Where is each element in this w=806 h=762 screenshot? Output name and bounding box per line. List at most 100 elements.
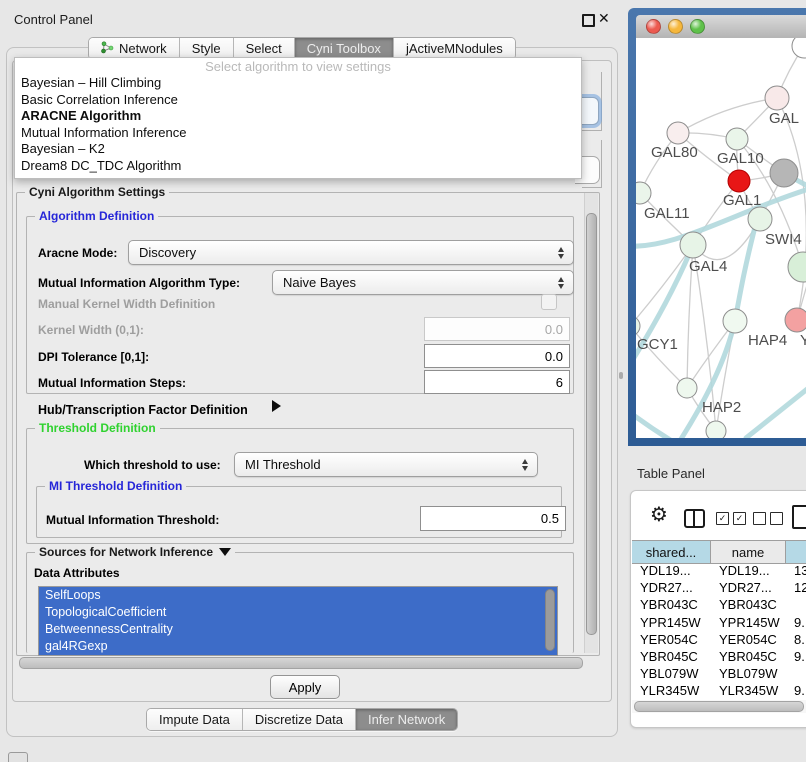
manual-kernel-checkbox[interactable] — [541, 294, 557, 310]
float-window-icon[interactable] — [582, 14, 595, 27]
select-all-icon[interactable]: ✓ ✓ — [716, 512, 746, 525]
network-node-hap2[interactable] — [677, 378, 697, 398]
network-node[interactable] — [706, 421, 726, 438]
table-cell: YBL079W — [711, 665, 786, 682]
network-node-gal80[interactable] — [667, 122, 689, 144]
close-panel-icon[interactable]: ✕ — [598, 10, 610, 27]
sources-collapse-arrow-icon[interactable] — [219, 548, 231, 556]
deselect-all-icon[interactable] — [753, 512, 783, 525]
network-node-swi4[interactable] — [748, 207, 772, 231]
mi-type-combo[interactable]: Naive Bayes — [272, 270, 574, 295]
node-label-gal4: GAL4 — [689, 258, 727, 275]
table-row[interactable]: YDR27...YDR27...12 — [632, 579, 806, 596]
settings-hscrollbar-thumb[interactable] — [19, 657, 583, 669]
settings-hscrollbar-track[interactable] — [18, 657, 596, 669]
table-cell: YBR045C — [632, 648, 711, 665]
network-node-gal1[interactable] — [728, 170, 750, 192]
tab-label: Infer Network — [368, 712, 445, 727]
network-canvas[interactable]: GALGAL80GAL10GAL1GAL11SWI4GAL4GCY1HAP4YH… — [636, 38, 806, 438]
attribute-item-gal4rgexp[interactable]: gal4RGexp — [39, 638, 557, 655]
kernel-width-field[interactable]: 0.0 — [424, 317, 570, 341]
tab-discretize-data[interactable]: Discretize Data — [243, 709, 356, 730]
network-node[interactable] — [770, 159, 798, 187]
table-row[interactable]: YLR345WYLR345W9. — [632, 682, 806, 699]
column-header-name[interactable]: name — [711, 541, 786, 563]
algorithm-option-aracne-algorithm[interactable]: ARACNE Algorithm — [15, 108, 581, 125]
algorithm-popup: Select algorithm to view settings Bayesi… — [14, 57, 582, 179]
list-scrollbar-thumb[interactable] — [545, 589, 555, 651]
algorithm-option-dream8-dc-tdc-algorithm[interactable]: Dream8 DC_TDC Algorithm — [15, 158, 581, 175]
tab-cyni-toolbox[interactable]: Cyni Toolbox — [295, 38, 394, 59]
hub-definition-label[interactable]: Hub/Transcription Factor Definition — [38, 403, 248, 417]
table-row[interactable]: YER054CYER054C8. — [632, 631, 806, 648]
tab-impute-data[interactable]: Impute Data — [147, 709, 243, 730]
table-body: YDL19...YDL19...13YDR27...YDR27...12YBR0… — [632, 562, 806, 708]
splitter-handle[interactable] — [619, 372, 623, 379]
attribute-item-topologicalcoefficient[interactable]: TopologicalCoefficient — [39, 604, 557, 621]
column-header-shared[interactable]: shared... — [632, 541, 711, 563]
network-node-gal4[interactable] — [680, 232, 706, 258]
network-node-y[interactable] — [785, 308, 806, 332]
node-label-y: Y — [800, 332, 806, 349]
combo-stepper-icon — [554, 247, 568, 259]
cyni-settings-title: Cyni Algorithm Settings — [25, 185, 169, 199]
table-cell: YER054C — [711, 631, 786, 648]
network-node-gcy1[interactable] — [636, 316, 640, 336]
table-row[interactable]: YDL19...YDL19...13 — [632, 562, 806, 579]
network-node[interactable] — [788, 252, 806, 282]
table-row[interactable]: YBR043CYBR043C — [632, 596, 806, 613]
split-columns-icon[interactable] — [684, 509, 705, 528]
network-node[interactable] — [792, 38, 806, 58]
tab-infer-network[interactable]: Infer Network — [356, 709, 457, 730]
table-cell: 9. — [786, 648, 806, 665]
node-label-hap4: HAP4 — [748, 332, 787, 349]
algorithm-option-bayesian-k2[interactable]: Bayesian – K2 — [15, 141, 581, 158]
network-node-hap4[interactable] — [723, 309, 747, 333]
close-window-icon[interactable] — [646, 19, 661, 34]
table-row[interactable]: YPR145WYPR145W9. — [632, 614, 806, 631]
table-header[interactable]: shared...name — [632, 540, 806, 564]
table-cell: YPR145W — [711, 614, 786, 631]
tab-network[interactable]: Network — [89, 38, 180, 59]
tab-style[interactable]: Style — [180, 38, 234, 59]
table-hscrollbar-thumb[interactable] — [634, 701, 804, 712]
attribute-item-selfloops[interactable]: SelfLoops — [39, 587, 557, 604]
column-header-cut[interactable] — [786, 541, 806, 563]
manual-kernel-label: Manual Kernel Width Definition — [38, 297, 215, 311]
hidden-groupbox-edge — [601, 72, 602, 130]
settings-scrollbar-track[interactable] — [584, 193, 598, 653]
network-node-gal11[interactable] — [636, 182, 651, 204]
gear-icon[interactable]: ⚙ — [650, 505, 668, 525]
settings-scrollbar-thumb[interactable] — [586, 213, 597, 635]
algorithm-option-basic-correlation-inference[interactable]: Basic Correlation Inference — [15, 92, 581, 109]
which-threshold-value: MI Threshold — [245, 457, 518, 472]
table-row[interactable]: YBR045CYBR045C9. — [632, 648, 806, 665]
network-window-titlebar[interactable] — [636, 15, 806, 38]
mi-steps-field[interactable]: 6 — [424, 370, 570, 394]
apply-button[interactable]: Apply — [270, 675, 340, 699]
tab-jactivemnodules[interactable]: jActiveMNodules — [394, 38, 515, 59]
sources-title-row[interactable]: Sources for Network Inference — [35, 545, 235, 559]
combo-stepper-icon — [554, 277, 568, 289]
algorithm-option-mutual-information-inference[interactable]: Mutual Information Inference — [15, 125, 581, 142]
network-node-gal[interactable] — [765, 86, 789, 110]
network-node-gal10[interactable] — [726, 128, 748, 150]
which-threshold-label: Which threshold to use: — [84, 458, 221, 472]
mi-threshold-field[interactable]: 0.5 — [420, 506, 566, 531]
minimize-window-icon[interactable] — [668, 19, 683, 34]
which-threshold-combo[interactable]: MI Threshold — [234, 452, 538, 477]
minimized-window-icon[interactable] — [8, 752, 28, 762]
aracne-mode-combo[interactable]: Discovery — [128, 240, 574, 265]
algorithm-option-bayesian-hill-climbing[interactable]: Bayesian – Hill Climbing — [15, 75, 581, 92]
sources-title: Sources for Network Inference — [39, 545, 213, 559]
attribute-item-betweennesscentrality[interactable]: BetweennessCentrality — [39, 621, 557, 638]
dpi-tolerance-field[interactable]: 0.0 — [424, 344, 570, 368]
hub-expand-arrow-icon[interactable] — [272, 400, 281, 412]
table-row[interactable]: YBL079WYBL079W — [632, 665, 806, 682]
document-icon[interactable] — [792, 505, 806, 529]
checked-box-icon: ✓ — [716, 512, 729, 525]
zoom-window-icon[interactable] — [690, 19, 705, 34]
tab-select[interactable]: Select — [234, 38, 295, 59]
table-cell: YLR345W — [711, 682, 786, 699]
table-hscrollbar-track[interactable] — [632, 700, 806, 713]
